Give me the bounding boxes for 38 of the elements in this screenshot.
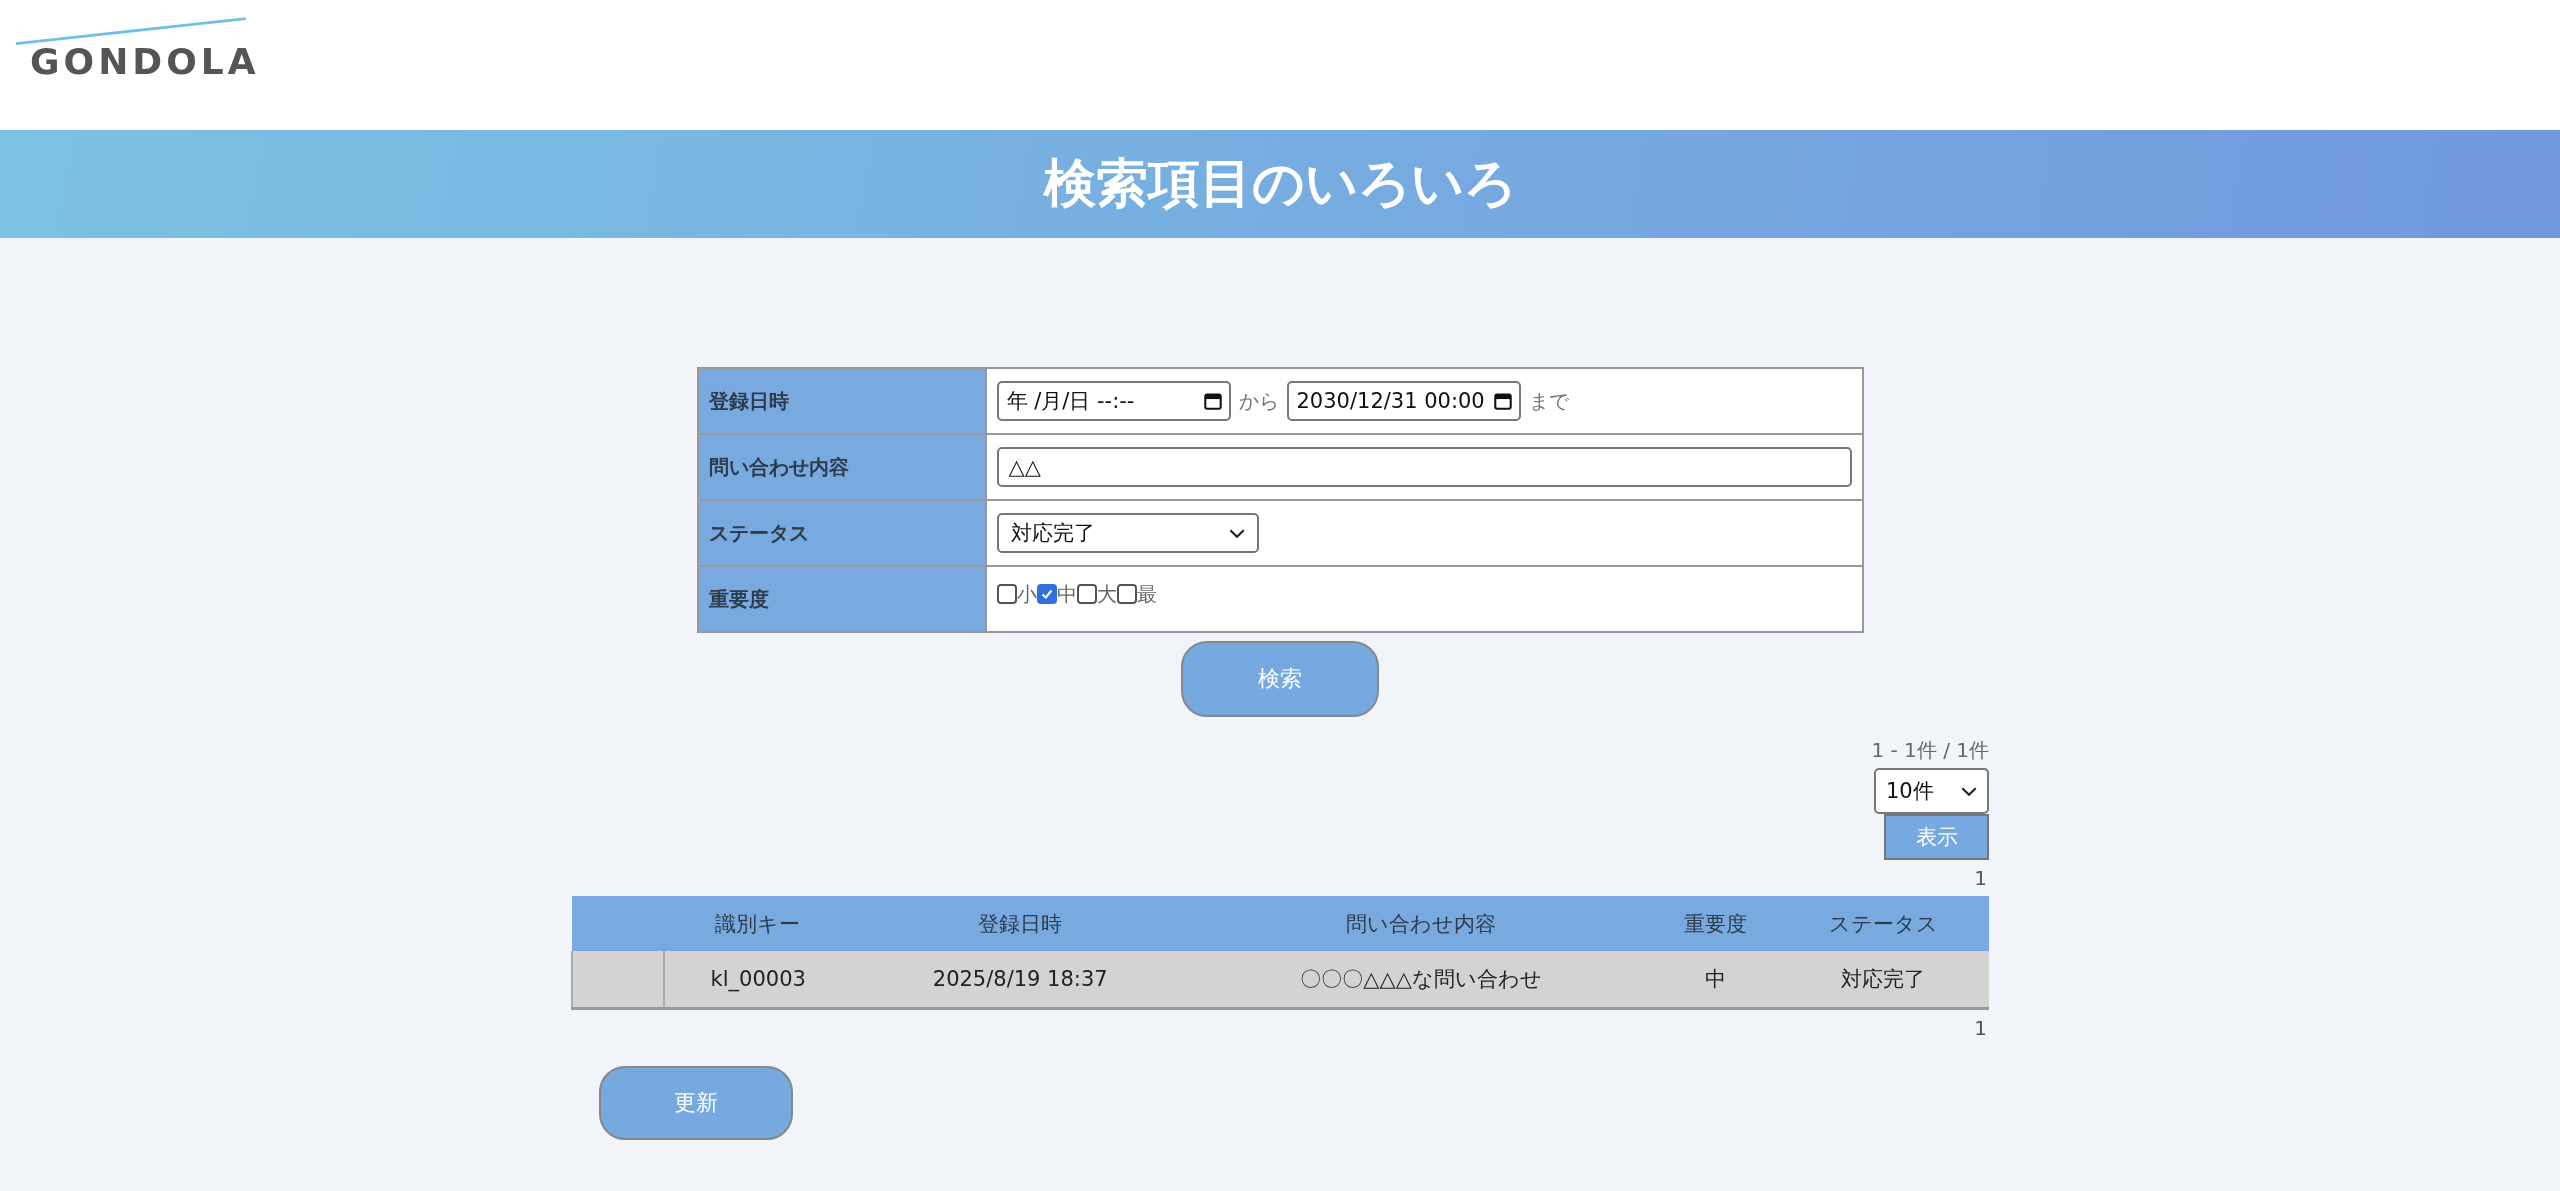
column-header: 問い合わせ内容 <box>1188 896 1654 951</box>
date-field[interactable]: 2030/12/31 00:00 <box>1286 381 1521 421</box>
chevron-down-icon <box>1228 527 1245 539</box>
checkbox-label: 小 <box>1016 580 1037 608</box>
range-label: から <box>1238 387 1279 415</box>
calendar-icon[interactable] <box>1493 392 1512 410</box>
checkbox[interactable] <box>996 584 1017 604</box>
per-page-dropdown[interactable]: 10件 <box>1874 768 1989 814</box>
text-field[interactable]: △△ <box>996 447 1852 487</box>
logo: GONDOLA <box>30 42 260 82</box>
column-header: 登録日時 <box>851 896 1189 951</box>
calendar-icon[interactable] <box>1203 392 1222 410</box>
table-cell: 2025/8/19 18:37 <box>851 951 1189 1009</box>
result-count: 1 - 1件 / 1件 <box>1871 737 1989 764</box>
table-cell: 〇〇〇△△△な問い合わせ <box>1188 951 1654 1009</box>
column-header: 重要度 <box>1653 896 1778 951</box>
field-label: ステータス <box>697 500 986 566</box>
checkbox-label: 最 <box>1136 580 1157 608</box>
field-label: 重要度 <box>697 566 986 632</box>
page-link[interactable]: 1 <box>1974 1016 1987 1040</box>
status-dropdown[interactable]: 対応完了 <box>996 513 1259 553</box>
table-cell: kl_00003 <box>664 951 852 1009</box>
checkbox-label: 大 <box>1096 580 1117 608</box>
page-title: 検索項目のいろいろ <box>1043 152 1517 215</box>
checkbox-label: 中 <box>1056 580 1077 608</box>
table-cell: 中 <box>1653 951 1778 1009</box>
chevron-down-icon <box>1961 785 1977 797</box>
checkbox[interactable] <box>1076 584 1097 604</box>
column-header: 識別キー <box>664 896 852 951</box>
page-link[interactable]: 1 <box>1974 866 1987 890</box>
column-header: ステータス <box>1777 896 1989 951</box>
date-field[interactable]: 年 /月/日 --:-- <box>996 381 1231 421</box>
range-label: まで <box>1528 387 1569 415</box>
checkbox[interactable] <box>1036 584 1057 604</box>
field-label: 問い合わせ内容 <box>697 434 986 500</box>
checkbox[interactable] <box>1116 584 1137 604</box>
table-cell: 対応完了 <box>1777 951 1989 1009</box>
field-label: 登録日時 <box>697 368 986 434</box>
